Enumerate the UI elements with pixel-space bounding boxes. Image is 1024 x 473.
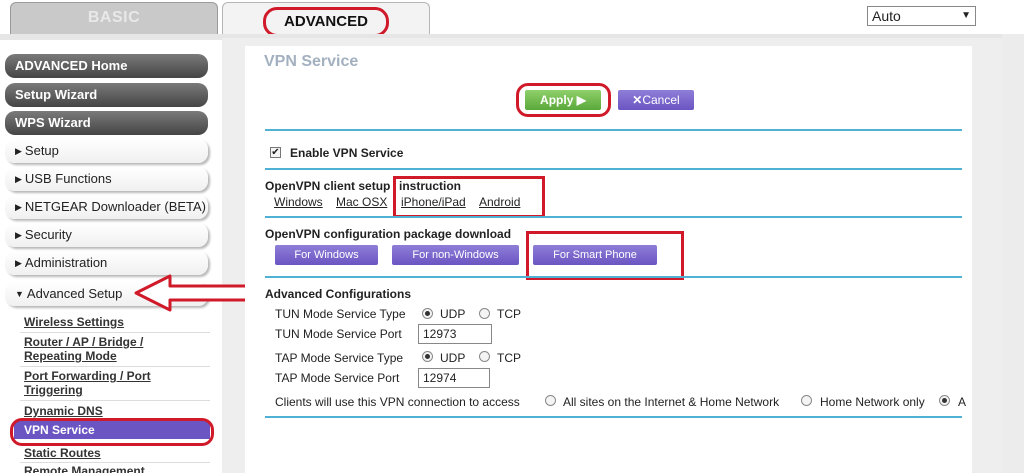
tun-port-input[interactable]: 12973 bbox=[418, 324, 492, 344]
sidebar-section-label: NETGEAR Downloader (BETA) bbox=[24, 199, 207, 214]
sidebar-item-router-mode-line2[interactable]: Repeating Mode bbox=[24, 349, 117, 363]
tap-tcp-label: TCP bbox=[497, 351, 521, 365]
triangle-right-icon: ▶ bbox=[15, 202, 22, 212]
access-all-sites-radio[interactable] bbox=[545, 395, 556, 406]
sidebar-section-usb[interactable]: ▶ USB Functions bbox=[5, 167, 208, 191]
close-icon: ✕ bbox=[632, 93, 643, 107]
tab-advanced-label: ADVANCED bbox=[263, 7, 389, 37]
access-auto-radio[interactable] bbox=[939, 395, 950, 406]
enable-vpn-label: Enable VPN Service bbox=[290, 146, 404, 160]
sidebar-section-downloader[interactable]: ▶ NETGEAR Downloader (BETA) bbox=[5, 195, 208, 219]
highlight-box bbox=[393, 176, 545, 218]
tun-udp-radio[interactable] bbox=[422, 308, 433, 319]
client-setup-label: OpenVPN client setup bbox=[265, 179, 391, 193]
access-home-only-radio[interactable] bbox=[801, 395, 812, 406]
for-non-windows-button[interactable]: For non-Windows bbox=[392, 245, 519, 265]
sidebar-item-router-mode[interactable]: Router / AP / Bridge / bbox=[24, 335, 143, 349]
sidebar-item-port-forwarding[interactable]: Port Forwarding / Port bbox=[24, 369, 151, 383]
tun-tcp-label: TCP bbox=[497, 307, 521, 321]
sidebar-section-setup[interactable]: ▶ Setup bbox=[5, 139, 208, 163]
sidebar-section-label: Administration bbox=[24, 255, 108, 270]
divider bbox=[265, 216, 962, 218]
language-select-value: Auto bbox=[872, 8, 901, 24]
tap-udp-radio[interactable] bbox=[422, 351, 433, 362]
for-windows-button[interactable]: For Windows bbox=[275, 245, 378, 265]
sidebar-item-advanced-home[interactable]: ADVANCED Home bbox=[5, 54, 208, 78]
tap-port-input[interactable]: 12974 bbox=[418, 368, 490, 388]
triangle-right-icon: ▶ bbox=[15, 258, 22, 268]
sidebar-item-remote-management[interactable]: Remote Management bbox=[24, 464, 145, 473]
cancel-label: Cancel bbox=[642, 93, 680, 107]
sidebar-section-administration[interactable]: ▶ Administration bbox=[5, 251, 208, 275]
scrollbar[interactable] bbox=[1002, 34, 1024, 473]
access-auto-label: A bbox=[958, 395, 967, 409]
divider bbox=[265, 168, 962, 170]
sidebar-section-label: Security bbox=[24, 227, 72, 242]
divider bbox=[20, 332, 210, 333]
advanced-config-heading: Advanced Configurations bbox=[265, 287, 412, 301]
triangle-right-icon: ▶ bbox=[15, 146, 22, 156]
sidebar-section-label: USB Functions bbox=[24, 171, 112, 186]
divider bbox=[265, 129, 962, 131]
divider bbox=[20, 366, 210, 367]
arrow-left-icon bbox=[134, 274, 254, 312]
sidebar-section-label: Advanced Setup bbox=[26, 286, 123, 301]
clients-access-label: Clients will use this VPN connection to … bbox=[275, 395, 520, 409]
tun-tcp-radio[interactable] bbox=[479, 308, 490, 319]
highlight-box bbox=[526, 231, 684, 280]
cancel-button[interactable]: ✕Cancel bbox=[618, 90, 694, 110]
tun-udp-label: UDP bbox=[440, 307, 466, 321]
highlight-circle bbox=[516, 83, 611, 117]
sidebar-item-dynamic-dns[interactable]: Dynamic DNS bbox=[24, 404, 103, 418]
tun-port-label: TUN Mode Service Port bbox=[275, 327, 402, 341]
page-title: VPN Service bbox=[264, 53, 359, 70]
triangle-down-icon: ▼ bbox=[15, 289, 24, 299]
language-select[interactable]: Auto ▼ bbox=[867, 6, 976, 26]
tap-tcp-radio[interactable] bbox=[479, 351, 490, 362]
divider bbox=[20, 462, 210, 463]
sidebar-item-wps-wizard[interactable]: WPS Wizard bbox=[5, 111, 208, 135]
enable-vpn-checkbox[interactable]: ✔ bbox=[270, 147, 281, 158]
tun-type-label: TUN Mode Service Type bbox=[275, 307, 406, 321]
chevron-down-icon: ▼ bbox=[961, 10, 971, 21]
access-all-sites-label: All sites on the Internet & Home Network bbox=[563, 395, 780, 409]
triangle-right-icon: ▶ bbox=[15, 230, 22, 240]
sidebar-item-wireless-settings[interactable]: Wireless Settings bbox=[24, 315, 124, 329]
triangle-right-icon: ▶ bbox=[15, 174, 22, 184]
access-home-only-label: Home Network only bbox=[820, 395, 925, 409]
link-windows[interactable]: Windows bbox=[274, 195, 323, 209]
tab-advanced[interactable]: ADVANCED bbox=[222, 2, 430, 38]
tap-port-label: TAP Mode Service Port bbox=[275, 371, 400, 385]
divider bbox=[20, 400, 210, 401]
sidebar-section-security[interactable]: ▶ Security bbox=[5, 223, 208, 247]
divider bbox=[265, 276, 962, 278]
tab-basic[interactable]: BASIC bbox=[10, 2, 218, 34]
highlight-circle bbox=[10, 418, 214, 446]
tap-type-label: TAP Mode Service Type bbox=[275, 351, 404, 365]
link-mac-osx[interactable]: Mac OSX bbox=[336, 195, 387, 209]
config-download-label: OpenVPN configuration package download bbox=[265, 227, 512, 241]
divider bbox=[265, 416, 962, 418]
tap-udp-label: UDP bbox=[440, 351, 466, 365]
sidebar-item-setup-wizard[interactable]: Setup Wizard bbox=[5, 83, 208, 107]
sidebar-section-label: Setup bbox=[24, 143, 59, 158]
sidebar-item-port-forwarding-line2[interactable]: Triggering bbox=[24, 383, 83, 397]
sidebar-item-static-routes[interactable]: Static Routes bbox=[24, 446, 101, 460]
